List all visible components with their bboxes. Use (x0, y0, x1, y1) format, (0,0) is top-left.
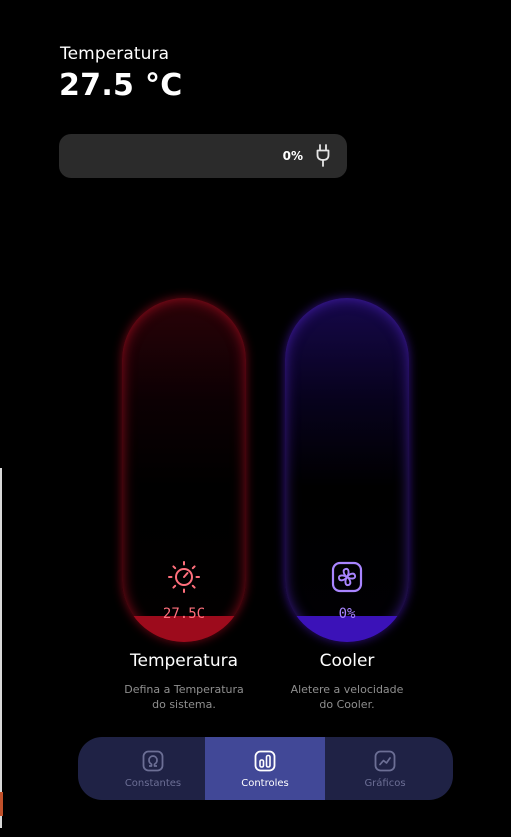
cooler-control-title: Cooler (319, 651, 375, 671)
tab-label: Constantes (124, 778, 182, 789)
tab-label: Gráficos (364, 778, 406, 789)
cooler-control-description: Aletere a velocidade do Cooler. (257, 682, 437, 712)
tab-controles[interactable]: Controles (205, 737, 325, 800)
header-label: Temperatura (60, 44, 170, 64)
cooler-control-capsule[interactable]: 0% (285, 298, 409, 642)
cooler-description-line: Aletere a velocidade (290, 683, 404, 696)
temperature-control-description: Defina a Temperatura do sistema. (94, 682, 274, 712)
sun-gauge-icon (168, 561, 200, 593)
tab-label: Controles (241, 778, 289, 789)
temperature-reading: 27.5C (162, 606, 206, 622)
temperature-description-line: do sistema. (152, 698, 216, 711)
temperature-control-title: Temperatura (129, 651, 239, 671)
bottom-nav: Constantes Controles Gráficos (78, 737, 453, 800)
plug-icon (316, 144, 330, 167)
line-chart-icon (374, 750, 396, 772)
omega-icon (142, 750, 164, 772)
power-value: 0% (282, 149, 303, 163)
tab-constantes[interactable]: Constantes (93, 737, 213, 800)
temperature-control-capsule[interactable]: 27.5C (122, 298, 246, 642)
cooler-reading: 0% (338, 606, 356, 622)
tab-graficos[interactable]: Gráficos (325, 737, 445, 800)
power-bar[interactable]: 0% (59, 134, 347, 178)
fan-icon (331, 561, 363, 593)
temperature-value: 27.5 °C (59, 68, 183, 103)
left-edge-strip (0, 468, 2, 828)
cooler-description-line: do Cooler. (319, 698, 375, 711)
left-edge-accent (0, 792, 3, 816)
temperature-description-line: Defina a Temperatura (124, 683, 244, 696)
bar-chart-icon (254, 750, 276, 772)
